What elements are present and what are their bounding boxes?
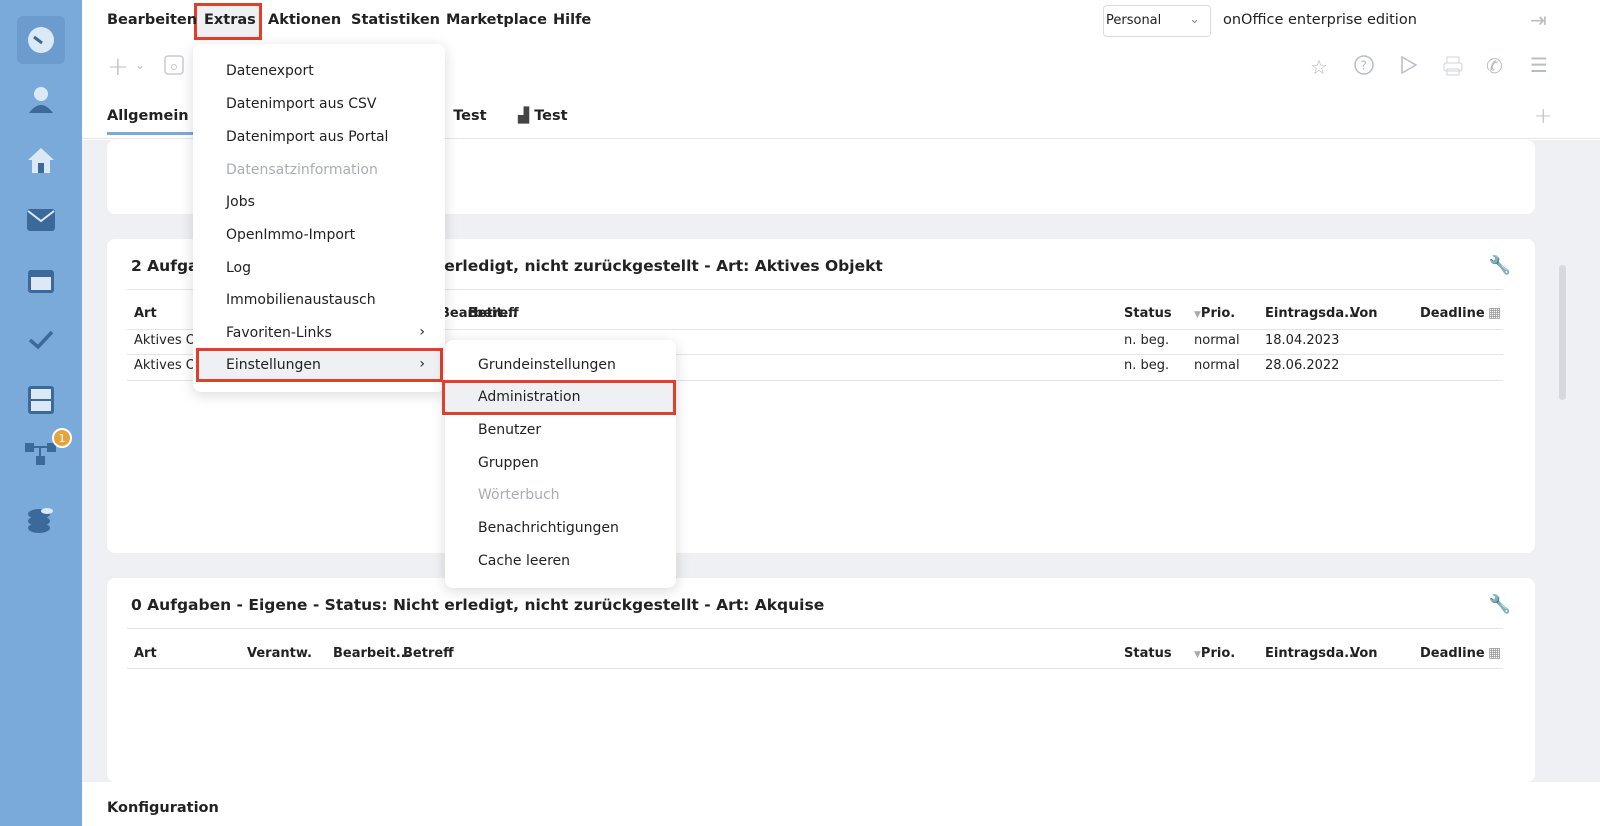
col-verantwortlich[interactable]: Verantw. [247,646,312,661]
col-prio[interactable]: ▼Prio. [1194,306,1235,321]
tab-label: Allgemein [107,108,189,124]
col-status[interactable]: Status [1124,306,1172,321]
chevron-right-icon: › [419,324,425,340]
logout-icon[interactable]: ⇥ [1530,8,1547,32]
chevron-down-icon: ⌄ [1189,12,1200,27]
divider [127,668,1503,669]
menu-item-datensatzinformation: Datensatzinformation [226,162,378,178]
scrollbar[interactable] [1559,265,1566,400]
col-eintragsdatum[interactable]: Eintragsda... [1265,306,1359,321]
sidebar: 1 [0,0,82,826]
menu-item-openimmo-import[interactable]: OpenImmo-Import [226,227,355,243]
col-status[interactable]: Status [1124,646,1172,661]
svg-text:?: ? [1361,59,1367,73]
menu-item-benachrichtigungen[interactable]: Benachrichtigungen [478,520,619,536]
wrench-icon[interactable]: 🔧 [1489,594,1511,615]
col-von[interactable]: Von [1350,306,1378,321]
menu-item-datenimport-portal[interactable]: Datenimport aus Portal [226,129,388,145]
cell-prio: normal [1194,358,1240,373]
check-icon[interactable] [17,316,65,364]
print-icon[interactable] [1443,56,1463,81]
chevron-right-icon: › [419,356,425,372]
database-icon[interactable] [17,496,65,544]
divider [127,628,1503,629]
tab-label: Test [453,108,487,124]
menu-item-administration[interactable]: Administration [478,389,580,405]
col-label: Prio. [1200,646,1236,661]
menu-item-grundeinstellungen[interactable]: Grundeinstellungen [478,357,616,373]
extras-dropdown: Datenexport Datenimport aus CSV Datenimp… [193,44,445,392]
star-icon[interactable]: ☆ [1310,55,1328,79]
cabinet-icon[interactable] [17,376,65,424]
chevron-down-icon[interactable]: ⌄ [135,58,145,72]
cell-prio: normal [1194,333,1240,348]
calendar-icon[interactable] [17,256,65,304]
cell-date: 18.04.2023 [1265,333,1340,348]
menu-bearbeiten[interactable]: Bearbeiten [107,12,197,28]
notification-badge: 1 [52,428,72,448]
menu-marketplace[interactable]: Marketplace [446,12,547,28]
einstellungen-submenu: Grundeinstellungen Administration Benutz… [442,340,676,588]
menu-item-gruppen[interactable]: Gruppen [478,455,539,471]
footer-bar: Konfiguration [82,782,1600,826]
menu-item-label: Einstellungen [226,357,321,373]
menu-hilfe[interactable]: Hilfe [553,12,591,28]
play-icon[interactable] [1400,55,1418,80]
home-icon[interactable] [17,136,65,184]
tab-test-2[interactable]: ▟ Test [518,108,568,124]
table-columns-icon[interactable]: ▦ [1488,645,1501,661]
menu-statistiken[interactable]: Statistiken [351,12,440,28]
footer-konfiguration[interactable]: Konfiguration [107,800,219,816]
menu-item-log[interactable]: Log [226,260,251,276]
col-art[interactable]: Art [134,646,157,661]
active-tab-underline [107,132,195,135]
sort-desc-icon: ▼ [1194,310,1201,320]
cell-date: 28.06.2022 [1265,358,1340,373]
widget-title: 0 Aufgaben - Eigene - Status: Nicht erle… [131,596,825,614]
col-art[interactable]: Art [134,306,157,321]
profile-select-value: Personal [1106,13,1162,28]
col-prio[interactable]: ▼Prio. [1194,646,1235,661]
menu-item-jobs[interactable]: Jobs [226,194,255,210]
menu-extras[interactable]: Extras [204,12,256,28]
chart-icon: ▟ [518,108,530,124]
menu-icon[interactable]: ☰ [1530,53,1548,77]
phone-icon[interactable]: ✆ [1486,54,1503,78]
user-icon[interactable] [17,76,65,124]
col-betreff[interactable]: Betreff [468,306,519,321]
plus-icon[interactable]: + [107,52,129,82]
mail-icon[interactable] [17,196,65,244]
menu-aktionen[interactable]: Aktionen [268,12,341,28]
edition-label: onOffice enterprise edition [1223,12,1417,28]
tab-allgemein[interactable]: Allgemein ⌄ [107,108,204,124]
add-tab-icon[interactable]: + [1534,104,1552,129]
col-betreff[interactable]: Betreff [403,646,454,661]
menu-item-datenimport-csv[interactable]: Datenimport aus CSV [226,96,376,112]
col-deadline[interactable]: Deadline [1420,306,1485,321]
col-von[interactable]: Von [1350,646,1378,661]
sort-desc-icon: ▼ [1194,650,1201,660]
tasks-widget-akquise: 0 Aufgaben - Eigene - Status: Nicht erle… [107,578,1535,782]
cell-status: n. beg. [1124,358,1170,373]
cell-status: n. beg. [1124,333,1170,348]
table-columns-icon[interactable]: ▦ [1488,305,1501,321]
col-eintragsdatum[interactable]: Eintragsda... [1265,646,1359,661]
tab-label: Test [534,108,568,124]
menu-item-datenexport[interactable]: Datenexport [226,63,314,79]
col-bearbeiter[interactable]: Bearbeit... [333,646,411,661]
menu-item-benutzer[interactable]: Benutzer [478,422,541,438]
menu-item-woerterbuch: Wörterbuch [478,487,560,503]
profile-select[interactable]: Personal ⌄ [1103,5,1211,37]
help-icon[interactable]: ? [1354,55,1374,80]
menu-item-immobilienaustausch[interactable]: Immobilienaustausch [226,292,376,308]
col-label: Prio. [1200,306,1236,321]
menu-item-cache-leeren[interactable]: Cache leeren [478,553,570,569]
dashboard-icon[interactable] [17,16,65,64]
save-icon[interactable] [164,55,184,80]
col-deadline[interactable]: Deadline [1420,646,1485,661]
menu-item-label: Favoriten-Links [226,325,332,341]
wrench-icon[interactable]: 🔧 [1489,255,1511,276]
